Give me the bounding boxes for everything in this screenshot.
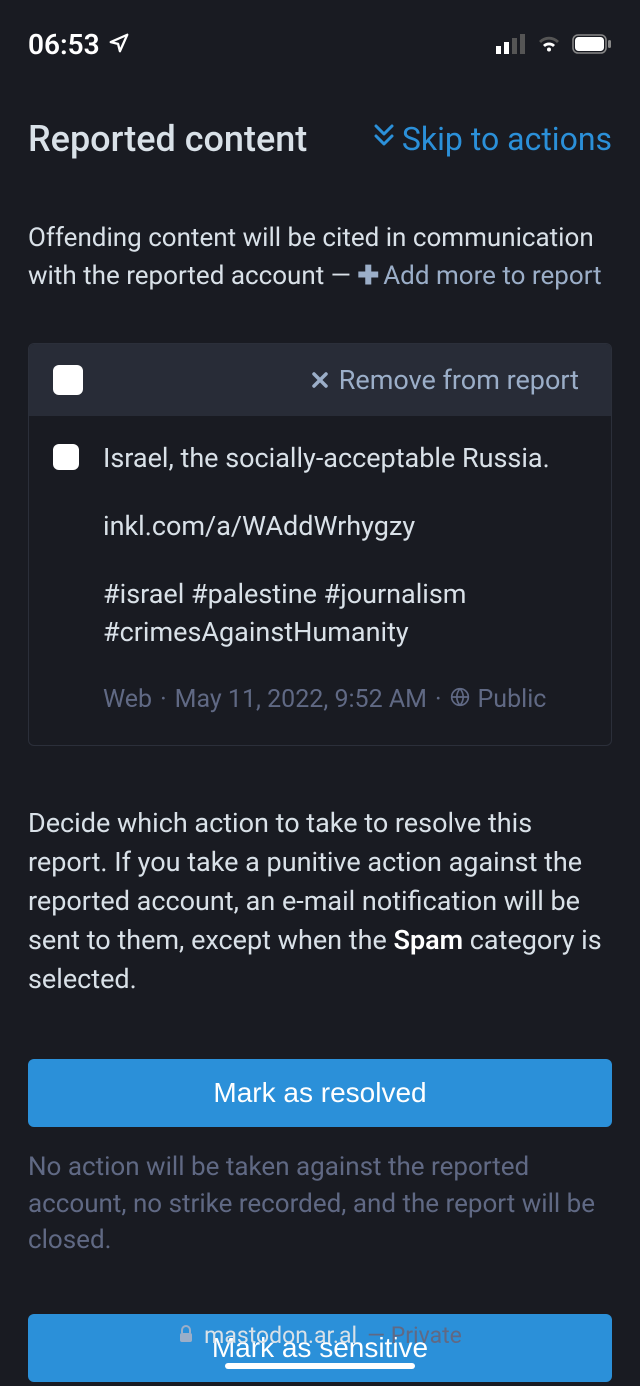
decision-text: Decide which action to take to resolve t… xyxy=(28,804,612,1000)
chevron-double-down-icon xyxy=(372,120,396,158)
meta-dot: · xyxy=(160,682,167,717)
close-icon xyxy=(311,364,329,396)
browser-bottom-bar: mastodon.ar.al — Private xyxy=(0,1316,640,1386)
skip-to-actions-link[interactable]: Skip to actions xyxy=(372,120,612,158)
signal-icon xyxy=(496,28,526,61)
intro-text: Offending content will be cited in commu… xyxy=(28,220,612,295)
main-content: Reported content Skip to actions Offendi… xyxy=(0,88,640,1382)
remove-from-report-button[interactable]: Remove from report xyxy=(311,364,587,396)
post-visibility: Public xyxy=(478,682,547,717)
select-all-checkbox[interactable] xyxy=(53,365,83,395)
mark-resolved-desc: No action will be taken against the repo… xyxy=(28,1149,612,1258)
url-host: mastodon.ar.al xyxy=(204,1322,357,1349)
home-indicator[interactable] xyxy=(225,1363,415,1369)
add-more-link[interactable]: ✚Add more to report xyxy=(357,261,601,291)
decision-bold: Spam xyxy=(393,924,463,956)
plus-icon: ✚ xyxy=(357,261,379,291)
url-row[interactable]: mastodon.ar.al — Private xyxy=(178,1322,462,1349)
meta-dot: · xyxy=(435,682,442,717)
status-right xyxy=(496,28,612,61)
post-link: inkl.com/a/WAddWrhygzy xyxy=(103,508,587,546)
globe-icon xyxy=(450,682,470,717)
header-row: Reported content Skip to actions xyxy=(28,118,612,160)
skip-link-label: Skip to actions xyxy=(402,120,612,158)
post-content: Israel, the socially-acceptable Russia. … xyxy=(103,440,587,716)
url-private: — Private xyxy=(367,1322,462,1349)
post-body: Israel, the socially-acceptable Russia. … xyxy=(29,416,611,744)
wifi-icon xyxy=(536,28,562,61)
status-left: 06:53 xyxy=(28,28,130,61)
remove-label: Remove from report xyxy=(339,364,579,396)
page-title: Reported content xyxy=(28,118,307,160)
status-bar: 06:53 xyxy=(0,0,640,88)
post-checkbox[interactable] xyxy=(53,444,79,470)
battery-icon xyxy=(572,28,612,61)
post-card-header: Remove from report xyxy=(29,344,611,416)
post-hashtags: #israel #palestine #journalism #crimesAg… xyxy=(103,576,587,652)
lock-icon xyxy=(178,1322,194,1349)
mark-resolved-button[interactable]: Mark as resolved xyxy=(28,1059,612,1127)
post-meta: Web · May 11, 2022, 9:52 AM · Public xyxy=(103,682,587,717)
status-time: 06:53 xyxy=(28,28,100,61)
post-date: May 11, 2022, 9:52 AM xyxy=(175,682,427,717)
post-text: Israel, the socially-acceptable Russia. xyxy=(103,440,587,478)
add-more-label: Add more to report xyxy=(383,261,601,291)
post-source: Web xyxy=(103,682,152,717)
reported-post-card: Remove from report Israel, the socially-… xyxy=(28,343,612,745)
location-arrow-icon xyxy=(108,28,130,61)
